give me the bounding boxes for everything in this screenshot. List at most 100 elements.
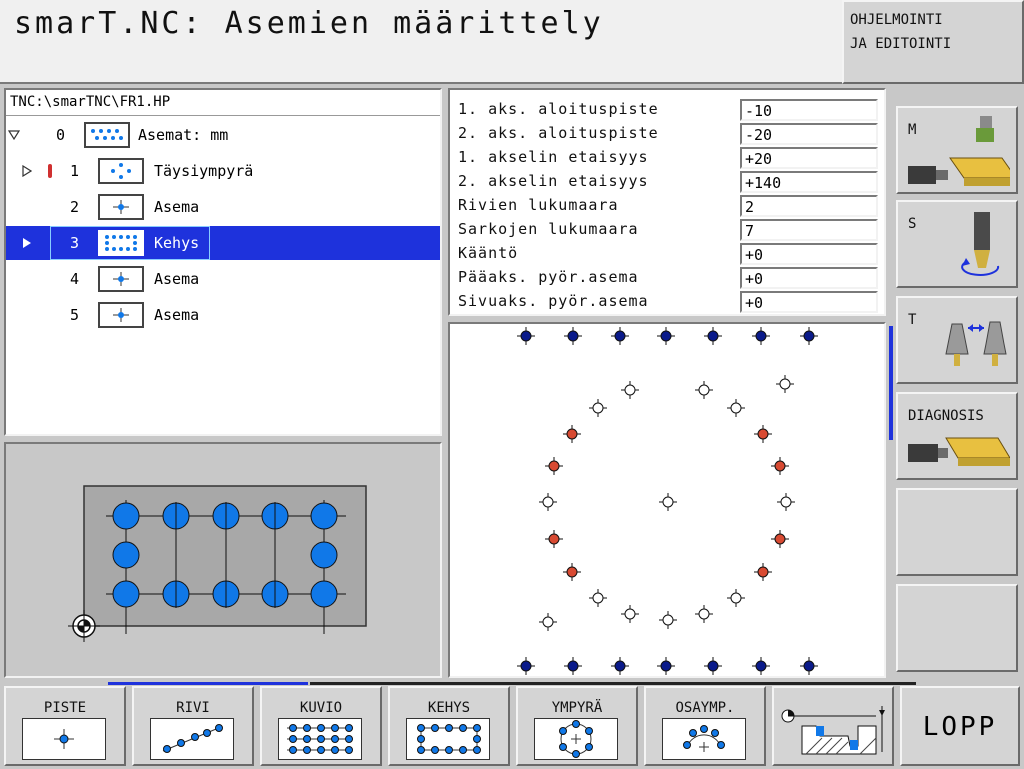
softkey-label: KEHYS [427, 700, 471, 716]
frame-icon [406, 718, 490, 760]
tree-row-label: Asema [154, 306, 200, 324]
rows-count-input[interactable]: 2 [740, 195, 878, 217]
circle-pattern-thumb-icon [98, 158, 144, 184]
diagnosis-button[interactable]: DIAGNOSIS [896, 392, 1018, 480]
form-row: Pääaks. pyör.asema +0 [450, 266, 880, 290]
tree-row-3[interactable]: 3 Kehys [6, 226, 440, 260]
frame-point [517, 657, 535, 675]
position-point [659, 611, 677, 629]
pattern-preview [4, 442, 442, 678]
form-row: 2. akselin etaisyys +140 [450, 170, 880, 194]
tree-row-num: 4 [70, 270, 80, 288]
point-thumb-icon [98, 266, 144, 292]
tool-change-icon [945, 321, 1007, 366]
frame-point [611, 657, 629, 675]
field-label: 1. akselin etaisyys [458, 148, 649, 166]
program-tree: TNC:\smarTNC\FR1.HP 0 Asemat: mm 1 Täysi… [4, 88, 442, 436]
tree-row-num: 0 [56, 126, 66, 144]
softkey-osaymp[interactable]: OSAYMP. [644, 686, 766, 766]
position-point [589, 589, 607, 607]
position-point [621, 381, 639, 399]
field-label: 1. aks. aloituspiste [458, 100, 659, 118]
softkey-bar: PISTE RIVI KUVIO KEHYS YMPYRÄ OSAYMP. LO… [0, 682, 1024, 769]
start-point-axis2-input[interactable]: -20 [740, 123, 878, 145]
frame-point [800, 657, 818, 675]
softkey-rivi[interactable]: RIVI [132, 686, 254, 766]
frame-point [752, 657, 770, 675]
tree-row-label: Asema [154, 270, 200, 288]
frame-point [752, 327, 770, 345]
point-thumb-icon [98, 194, 144, 220]
start-point-axis1-input[interactable]: -10 [740, 99, 878, 121]
pattern-icon [278, 718, 362, 760]
columns-count-input[interactable]: 7 [740, 219, 878, 241]
position-graphic [448, 322, 886, 678]
form-row: Rivien lukumaara 2 [450, 194, 880, 218]
circle-point [563, 425, 581, 443]
position-point [539, 613, 557, 631]
end-label: LOPP [922, 712, 998, 742]
sidebar-empty-2[interactable] [896, 584, 1018, 672]
spindle-s-button[interactable]: S [896, 200, 1018, 288]
tree-row-0[interactable]: 0 Asemat: mm [6, 118, 440, 152]
machine-m-button[interactable]: M [896, 106, 1018, 194]
pattern-thumb-icon [84, 122, 130, 148]
softkey-piste[interactable]: PISTE [4, 686, 126, 766]
tree-row-4[interactable]: 4 Asema [6, 262, 440, 296]
field-label: Kääntö [458, 244, 519, 262]
field-label: Sivuaks. pyör.asema [458, 292, 649, 310]
position-point [727, 399, 745, 417]
circle-point [771, 457, 789, 475]
softkey-kuvio[interactable]: KUVIO [260, 686, 382, 766]
position-point [776, 375, 794, 393]
mode-line-1: OHJELMOINTI [850, 12, 943, 28]
collapsed-icon[interactable] [22, 165, 32, 177]
softkey-kehys[interactable]: KEHYS [388, 686, 510, 766]
field-label: Pääaks. pyör.asema [458, 268, 639, 286]
form-row: 1. akselin etaisyys +20 [450, 146, 880, 170]
circle-point [545, 530, 563, 548]
softkey-lopp[interactable]: LOPP [900, 686, 1020, 766]
circle-point [545, 457, 563, 475]
position-point [727, 589, 745, 607]
tree-row-5[interactable]: 5 Asema [6, 298, 440, 332]
tool-t-button[interactable]: T [896, 296, 1018, 384]
title-bar: smarT.NC: Asemien määrittely [0, 0, 842, 84]
main-axis-rotation-input[interactable]: +0 [740, 267, 878, 289]
contour-icon [781, 706, 885, 755]
tree-row-label: Asema [154, 198, 200, 216]
circle-pattern-icon [534, 718, 618, 760]
row-icon [150, 718, 234, 760]
softkey-ympyra[interactable]: YMPYRÄ [516, 686, 638, 766]
position-point [589, 399, 607, 417]
spindle-icon [961, 212, 1000, 276]
page-title: smarT.NC: Asemien määrittely [14, 6, 604, 41]
expand-icon[interactable] [8, 130, 20, 140]
softkey-label: KUVIO [299, 700, 343, 716]
tree-row-num: 2 [70, 198, 80, 216]
tree-row-label: Täysiympyrä [154, 162, 254, 180]
position-point [777, 493, 795, 511]
tree-row-1[interactable]: 1 Täysiympyrä [6, 154, 440, 188]
position-point [659, 493, 677, 511]
form-row: 2. aks. aloituspiste -20 [450, 122, 880, 146]
point-thumb-icon [98, 302, 144, 328]
collapsed-icon[interactable] [22, 237, 32, 249]
tree-row-2[interactable]: 2 Asema [6, 190, 440, 224]
frame-point [704, 327, 722, 345]
position-point [621, 605, 639, 623]
rotation-input[interactable]: +0 [740, 243, 878, 265]
circle-point [563, 563, 581, 581]
sidebar: M S T DIAGNOSIS [892, 88, 1024, 678]
machine-mill-icon [908, 116, 1010, 186]
spacing-axis1-input[interactable]: +20 [740, 147, 878, 169]
softkey-page-indicator [108, 682, 308, 685]
minor-axis-rotation-input[interactable]: +0 [740, 291, 878, 313]
marker-icon [48, 164, 52, 178]
mode-indicator: OHJELMOINTI JA EDITOINTI [842, 0, 1024, 84]
diagnosis-icon [908, 437, 1010, 466]
sidebar-empty-1[interactable] [896, 488, 1018, 576]
softkey-contour[interactable] [772, 686, 894, 766]
frame-point [564, 657, 582, 675]
spacing-axis2-input[interactable]: +140 [740, 171, 878, 193]
